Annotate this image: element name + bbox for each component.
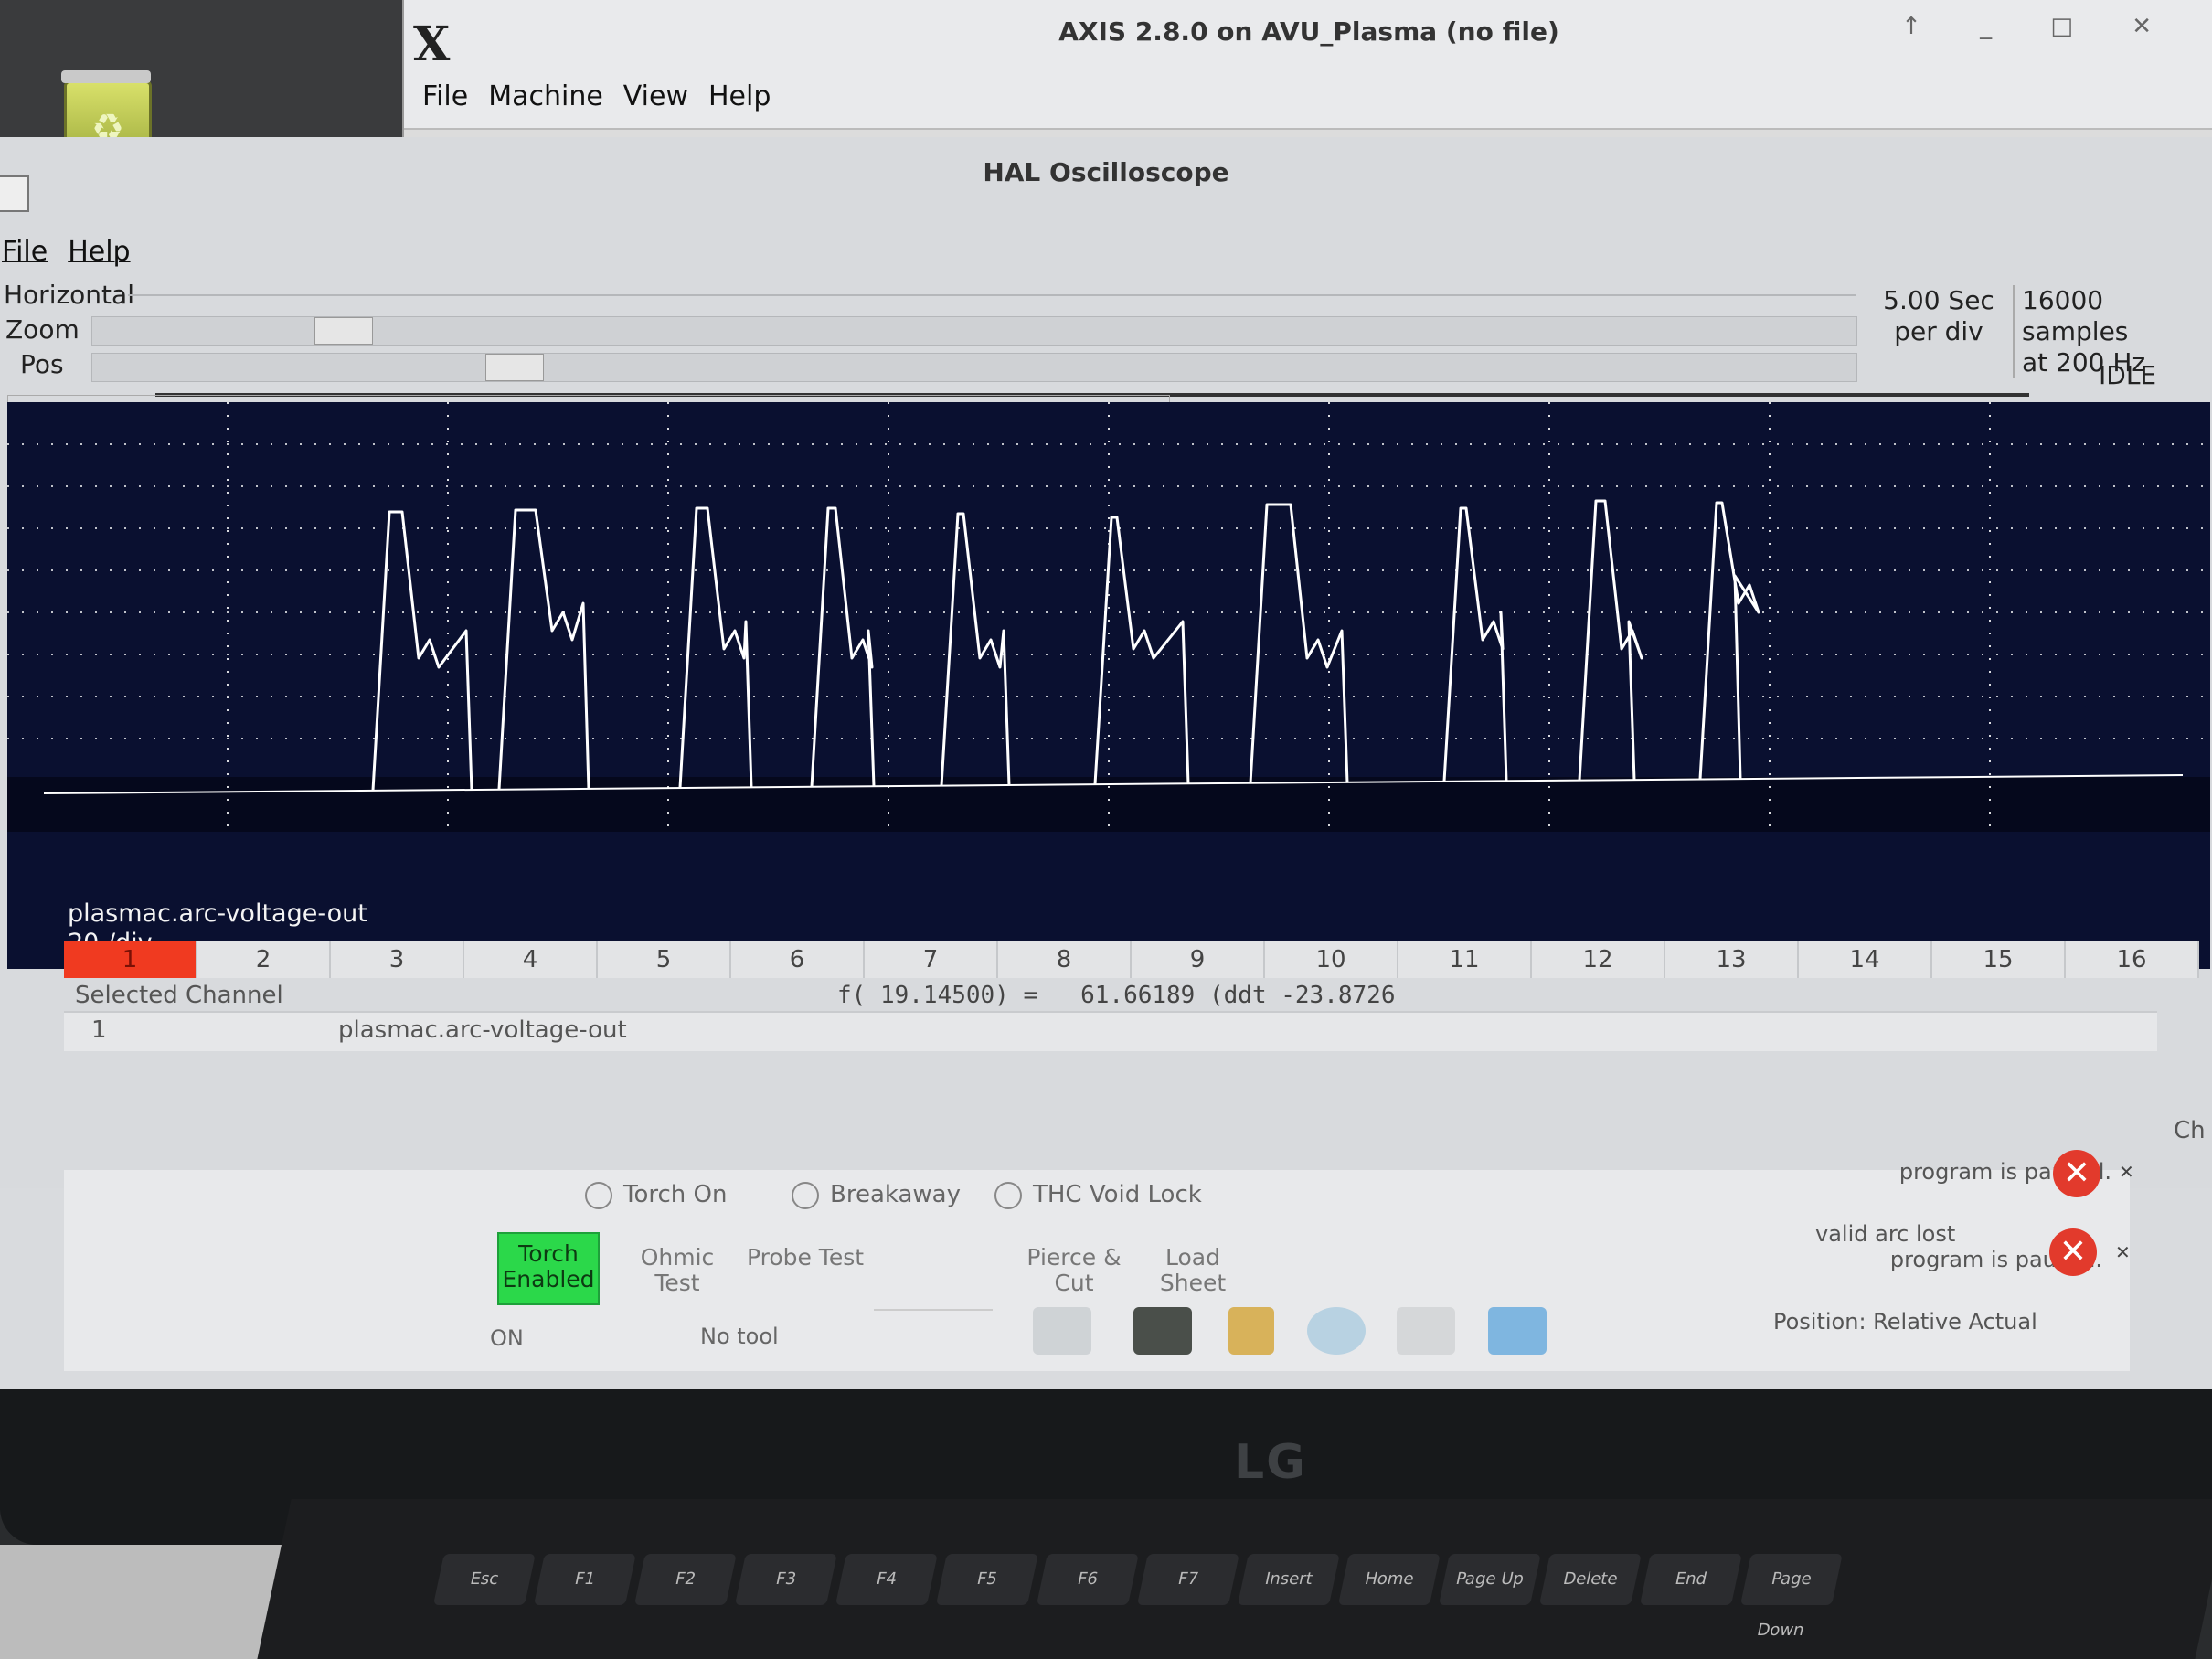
time-per-div-unit: per div [1894, 316, 1983, 346]
key-insert[interactable]: Insert [1237, 1554, 1340, 1605]
horizontal-group-line [128, 294, 1856, 296]
hal-menu-help[interactable]: Help [68, 236, 130, 268]
channel-button-2[interactable]: 2 [197, 941, 331, 978]
key-f5[interactable]: F5 [935, 1554, 1038, 1605]
key-f7[interactable]: F7 [1136, 1554, 1239, 1605]
monitor-bezel: ♻ X AXIS 2.8.0 on AVU_Plasma (no file) ↑… [0, 0, 2212, 1545]
scope-plot [7, 402, 2210, 832]
channel-button-14[interactable]: 14 [1799, 941, 1932, 978]
window-controls[interactable]: ↑ _ □ ✕ [1901, 13, 2177, 40]
acquisition-state: IDLE [2099, 360, 2157, 390]
thc-void-lock-label: THC Void Lock [1033, 1181, 1202, 1208]
cursor-readout: f( 19.14500) = 61.66189 (ddt -23.8726 [837, 982, 1396, 1009]
keyboard: Esc F1 F2 F3 F4 F5 F6 F7 Insert Home Page Up Delete… [257, 1499, 2212, 1659]
scope-display[interactable]: plasmac.arc-voltage-out 20 /div [7, 402, 2210, 969]
channel-button-7[interactable]: 7 [865, 941, 998, 978]
position-mode: Position: Relative Actual [1773, 1309, 2037, 1335]
channel-button-16[interactable]: 16 [2066, 941, 2199, 978]
channel-button-9[interactable]: 9 [1132, 941, 1265, 978]
hal-menu-file[interactable]: File [2, 236, 48, 268]
pos-slider-thumb[interactable] [484, 354, 544, 381]
machine-status: ON [490, 1325, 524, 1351]
key-delete[interactable]: Delete [1538, 1554, 1642, 1605]
channel-button-13[interactable]: 13 [1665, 941, 1799, 978]
hal-menu-bar: File Help [2, 236, 131, 268]
tool-status: No tool [700, 1324, 779, 1349]
screen: ♻ X AXIS 2.8.0 on AVU_Plasma (no file) ↑… [0, 0, 2212, 1389]
breakaway-label: Breakaway [830, 1181, 961, 1208]
key-f1[interactable]: F1 [533, 1554, 636, 1605]
selected-channel-number: 1 [91, 1016, 107, 1044]
arc-voltage-trace [371, 499, 1760, 791]
side-channel-label: Ch [2174, 1117, 2206, 1144]
blank-button[interactable] [874, 1238, 993, 1311]
channel-button-4[interactable]: 4 [464, 941, 598, 978]
key-f4[interactable]: F4 [835, 1554, 938, 1605]
terminal-icon[interactable] [1133, 1307, 1192, 1355]
zoom-label: Zoom [5, 314, 80, 345]
channel-button-5[interactable]: 5 [598, 941, 731, 978]
browser-icon[interactable] [1307, 1307, 1366, 1355]
selected-channel-pin: plasmac.arc-voltage-out [338, 1016, 627, 1044]
channel-button-1[interactable]: 1 [64, 941, 197, 978]
key-page-up[interactable]: Page Up [1438, 1554, 1541, 1605]
key-page-down[interactable]: Page Down [1739, 1554, 1843, 1640]
notification-2-close-icon[interactable]: ✕ [2115, 1241, 2131, 1263]
torch-on-label: Torch On [623, 1181, 728, 1208]
breakaway-indicator-icon [792, 1181, 819, 1209]
axis-menu-help[interactable]: Help [708, 80, 771, 112]
time-per-div: 5.00 Sec per div [1879, 285, 1998, 347]
axis-menu-machine[interactable]: Machine [488, 80, 603, 112]
zoom-slider[interactable] [91, 316, 1857, 346]
key-f3[interactable]: F3 [734, 1554, 837, 1605]
pierce-and-cut-button[interactable]: Pierce & Cut [1015, 1238, 1133, 1311]
search-icon[interactable] [1397, 1307, 1455, 1355]
radio-torch-on: Torch On [585, 1181, 727, 1209]
channel-button-12[interactable]: 12 [1532, 941, 1665, 978]
key-end[interactable]: End [1639, 1554, 1742, 1605]
channel-button-11[interactable]: 11 [1398, 941, 1532, 978]
axis-menu-view[interactable]: View [623, 80, 688, 112]
ohmic-test-button[interactable]: Ohmic Test [618, 1238, 737, 1311]
plasmac-panel: Torch On Breakaway THC Void Lock Torch E… [64, 1150, 2134, 1371]
key-home[interactable]: Home [1337, 1554, 1441, 1605]
probe-test-button[interactable]: Probe Test [746, 1238, 865, 1311]
selected-channel-label: Selected Channel [75, 982, 283, 1009]
keyboard-key-row: Esc F1 F2 F3 F4 F5 F6 F7 Insert Home Page Up Delete… [432, 1554, 1843, 1640]
sample-count: 16000 samples [2022, 285, 2129, 346]
folder-icon[interactable] [1488, 1307, 1547, 1355]
hal-window-title: HAL Oscilloscope [983, 157, 1229, 187]
axis-menu-file[interactable]: File [422, 80, 468, 112]
pos-slider[interactable] [91, 353, 1857, 382]
key-esc[interactable]: Esc [432, 1554, 536, 1605]
channel-button-10[interactable]: 10 [1265, 941, 1398, 978]
selected-channel-row: 1 plasmac.arc-voltage-out [64, 1011, 2157, 1051]
channel-button-3[interactable]: 3 [331, 941, 464, 978]
axis-menu-bar: File Machine View Help [422, 80, 771, 112]
channel-selector: 1 2 3 4 5 6 7 8 9 10 11 12 13 14 15 16 [64, 941, 2199, 978]
pos-label: Pos [20, 349, 64, 379]
key-f6[interactable]: F6 [1036, 1554, 1139, 1605]
notification-2-error-icon: ✕ [2049, 1228, 2097, 1276]
torch-enabled-button[interactable]: Torch Enabled [497, 1232, 600, 1305]
torch-on-indicator-icon [585, 1181, 612, 1209]
time-per-div-value: 5.00 Sec [1883, 285, 1994, 315]
horizontal-label: Horizontal [4, 280, 134, 310]
document-icon[interactable] [1228, 1307, 1274, 1355]
key-f2[interactable]: F2 [633, 1554, 737, 1605]
channel-button-15[interactable]: 15 [1932, 941, 2066, 978]
notification-1-error-icon: ✕ [2053, 1150, 2100, 1197]
zoom-slider-thumb[interactable] [314, 317, 373, 345]
monitor-brand-logo: LG [1234, 1435, 1307, 1490]
radio-breakaway: Breakaway [792, 1181, 961, 1209]
channel-button-6[interactable]: 6 [731, 941, 865, 978]
load-sheet-button[interactable]: Load Sheet [1133, 1238, 1252, 1311]
radio-thc-void-lock: THC Void Lock [994, 1181, 1202, 1209]
channel-button-8[interactable]: 8 [998, 941, 1132, 978]
thc-void-lock-indicator-icon [994, 1181, 1022, 1209]
drive-icon[interactable] [1033, 1307, 1091, 1355]
notification-1-close-icon[interactable]: ✕ [2119, 1161, 2134, 1183]
channel-trace-name: plasmac.arc-voltage-out [68, 899, 367, 928]
